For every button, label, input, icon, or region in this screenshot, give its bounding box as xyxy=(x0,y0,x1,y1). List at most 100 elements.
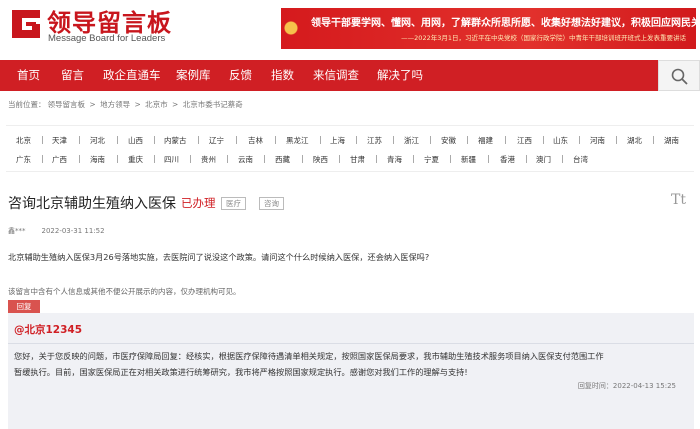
region-separator xyxy=(236,136,237,144)
region-link[interactable]: 云南 xyxy=(238,154,253,165)
banner-quote: 领导干部要学网、懂网、用网，了解群众所思所愿、收集好想法好建议，积极回应网民关切… xyxy=(311,18,696,29)
region-link[interactable]: 广西 xyxy=(52,154,67,165)
region-separator xyxy=(190,155,191,163)
region-separator xyxy=(430,136,431,144)
region-separator xyxy=(320,136,321,144)
region-link[interactable]: 湖南 xyxy=(664,135,679,146)
region-link[interactable]: 天津 xyxy=(52,135,67,146)
search-icon xyxy=(671,68,688,85)
region-link[interactable]: 宁夏 xyxy=(424,154,439,165)
region-separator xyxy=(198,136,199,144)
region-link[interactable]: 广东 xyxy=(16,154,31,165)
nav-item-feedback[interactable]: 反馈 xyxy=(229,60,252,91)
reply-time-value: 2022-04-13 15:25 xyxy=(612,382,676,390)
author-name: 鑫*** xyxy=(8,227,26,235)
breadcrumb-item[interactable]: 北京市 xyxy=(145,100,168,109)
region-link[interactable]: 四川 xyxy=(164,154,179,165)
region-link[interactable]: 安徽 xyxy=(441,135,456,146)
reply-time-label: 回复时间： xyxy=(577,382,613,390)
reply-tab: 回复 xyxy=(8,300,40,313)
region-link[interactable]: 山东 xyxy=(553,135,568,146)
nav-item-survey[interactable]: 来信调查 xyxy=(313,60,359,91)
region-separator xyxy=(79,136,80,144)
region-separator xyxy=(579,136,580,144)
region-link[interactable]: 北京 xyxy=(16,135,31,146)
font-size-icon[interactable]: Tt xyxy=(671,192,686,208)
reply-divider xyxy=(8,343,694,344)
region-separator xyxy=(543,136,544,144)
region-link[interactable]: 福建 xyxy=(478,135,493,146)
region-link[interactable]: 台湾 xyxy=(573,154,588,165)
region-link[interactable]: 重庆 xyxy=(128,154,143,165)
quote-banner[interactable]: 领导干部要学网、懂网、用网，了解群众所思所愿、收集好想法好建议，积极回应网民关切… xyxy=(281,8,696,49)
region-link[interactable]: 浙江 xyxy=(404,135,419,146)
region-link[interactable]: 黑龙江 xyxy=(286,135,309,146)
region-link[interactable]: 上海 xyxy=(330,135,345,146)
nav-item-enterprise[interactable]: 政企直通车 xyxy=(103,60,161,91)
region-link[interactable]: 湖北 xyxy=(627,135,642,146)
region-link[interactable]: 贵州 xyxy=(201,154,216,165)
region-separator xyxy=(467,136,468,144)
breadcrumb: 当前位置： 领导留言板 > 地方领导 > 北京市 > 北京市委书记蔡奇 xyxy=(8,99,245,110)
tag-consult[interactable]: 咨询 xyxy=(259,197,284,210)
region-separator xyxy=(154,136,155,144)
post-date: 2022-03-31 11:52 xyxy=(41,227,105,235)
region-link[interactable]: 澳门 xyxy=(536,154,551,165)
reply-author: @北京12345 xyxy=(14,324,83,336)
region-separator xyxy=(356,136,357,144)
breadcrumb-item[interactable]: 地方领导 xyxy=(100,100,130,109)
author-info: 鑫*** 2022-03-31 11:52 xyxy=(8,226,105,236)
nav-item-message[interactable]: 留言 xyxy=(61,60,84,91)
region-link[interactable]: 山西 xyxy=(128,135,143,146)
reply-text-line: 暂缓执行。目前，国家医保局正在对相关政策进行统筹研究，我市将严格按照国家规定执行… xyxy=(14,367,468,377)
nav-item-solved[interactable]: 解决了吗 xyxy=(377,60,423,91)
region-separator xyxy=(376,155,377,163)
region-link[interactable]: 内蒙古 xyxy=(164,135,187,146)
nav-item-index[interactable]: 指数 xyxy=(271,60,294,91)
tag-medical[interactable]: 医疗 xyxy=(221,197,246,210)
region-separator xyxy=(79,155,80,163)
region-link[interactable]: 江西 xyxy=(517,135,532,146)
region-separator xyxy=(562,155,563,163)
region-separator xyxy=(488,155,489,163)
search-button[interactable] xyxy=(658,60,700,91)
region-separator xyxy=(302,155,303,163)
region-link[interactable]: 西藏 xyxy=(275,154,290,165)
region-list: 北京 天津 河北 山西 内蒙古 辽宁 吉林 黑龙江 上海 江苏 浙江 安徽 福建… xyxy=(6,125,694,172)
region-separator xyxy=(42,155,43,163)
region-separator xyxy=(450,155,451,163)
breadcrumb-item[interactable]: 领导留言板 xyxy=(48,100,86,109)
breadcrumb-separator: > xyxy=(89,100,96,109)
region-separator xyxy=(227,155,228,163)
region-link[interactable]: 河北 xyxy=(90,135,105,146)
region-link[interactable]: 新疆 xyxy=(461,154,476,165)
region-separator xyxy=(526,155,527,163)
region-separator xyxy=(505,136,506,144)
region-link[interactable]: 河南 xyxy=(590,135,605,146)
region-separator xyxy=(42,136,43,144)
region-link[interactable]: 陕西 xyxy=(313,154,328,165)
page-title: 咨询北京辅助生殖纳入医保 xyxy=(8,196,176,212)
region-link[interactable]: 吉林 xyxy=(248,135,263,146)
region-link[interactable]: 甘肃 xyxy=(350,154,365,165)
region-link[interactable]: 江苏 xyxy=(367,135,382,146)
site-header: 领导留言板 Message Board for Leaders 领导干部要学网、… xyxy=(0,0,700,57)
logo-icon[interactable] xyxy=(8,6,44,42)
status-badge: 已办理 xyxy=(181,196,216,210)
region-separator xyxy=(275,136,276,144)
breadcrumb-prefix: 当前位置： xyxy=(8,100,46,109)
region-link[interactable]: 青海 xyxy=(387,154,402,165)
region-link[interactable]: 辽宁 xyxy=(209,135,224,146)
breadcrumb-item[interactable]: 北京市委书记蔡奇 xyxy=(183,100,243,109)
region-separator xyxy=(393,136,394,144)
region-separator xyxy=(616,136,617,144)
message-content: 北京辅助生殖纳入医保3月26号落地实施，去医院问了说没这个政策。请问这个什么时候… xyxy=(8,252,430,262)
nav-item-cases[interactable]: 案例库 xyxy=(176,60,211,91)
region-link[interactable]: 香港 xyxy=(500,154,515,165)
nav-item-home[interactable]: 首页 xyxy=(17,60,40,91)
region-link[interactable]: 海南 xyxy=(90,154,105,165)
breadcrumb-separator: > xyxy=(134,100,141,109)
region-separator xyxy=(264,155,265,163)
privacy-note: 该留言中含有个人信息或其他不便公开展示的内容，仅办理机构可见。 xyxy=(8,287,241,296)
banner-attribution: ——2022年3月1日，习近平在中央党校（国家行政学院）中青年干部培训班开班式上… xyxy=(401,34,686,42)
